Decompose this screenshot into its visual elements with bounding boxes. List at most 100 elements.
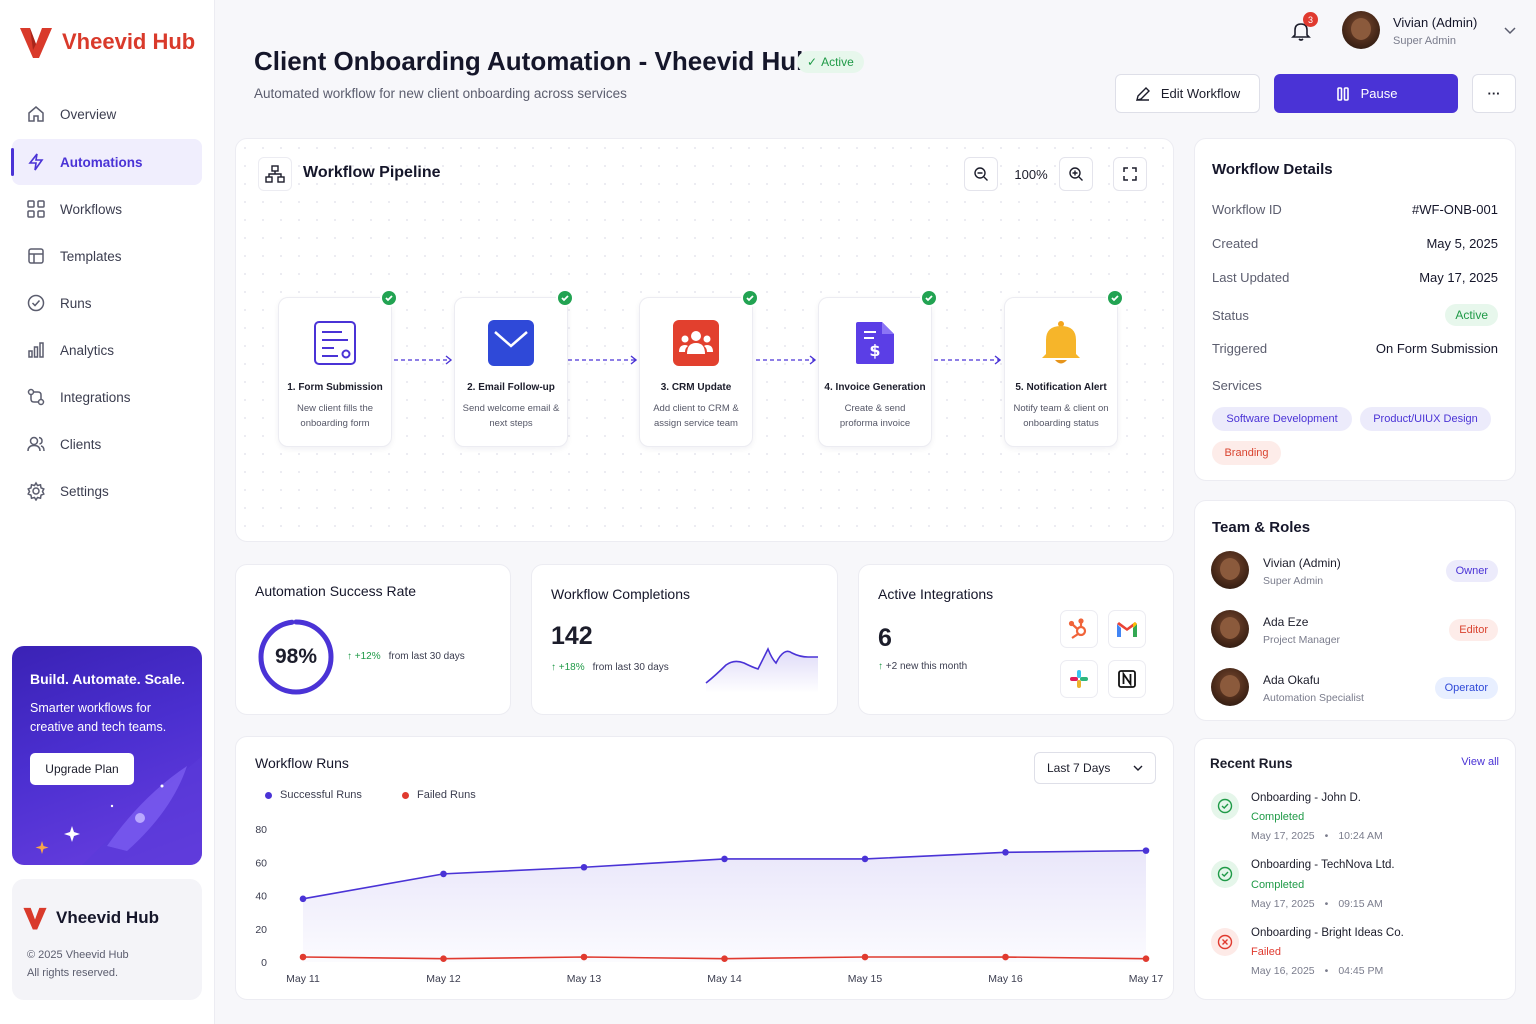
pipeline-step-notification-alert[interactable]: 5. Notification Alert Notify team & clie… (1004, 289, 1124, 447)
workflow-icon (26, 199, 46, 219)
gmail-icon[interactable] (1108, 610, 1146, 648)
service-chip[interactable]: Branding (1212, 441, 1281, 465)
notifications-button[interactable]: 3 (1288, 12, 1318, 44)
sidebar-item-integrations[interactable]: Integrations (12, 374, 202, 420)
run-date: May 17, 2025 (1251, 898, 1315, 910)
role-badge: Owner (1445, 560, 1498, 582)
run-date: May 16, 2025 (1251, 965, 1315, 977)
sidebar-item-overview[interactable]: Overview (12, 91, 202, 137)
view-all-link[interactable]: View all (1461, 756, 1499, 768)
detail-row-status: Status Active (1212, 304, 1498, 326)
pipeline-step-invoice-generation[interactable]: $ 4. Invoice Generation Create & send pr… (818, 289, 938, 447)
run-date: May 17, 2025 (1251, 830, 1315, 842)
sidebar-item-clients[interactable]: Clients (12, 421, 202, 467)
pause-button[interactable]: Pause (1274, 74, 1458, 113)
run-name[interactable]: Onboarding - Bright Ideas Co. (1251, 927, 1404, 939)
status-badge: ✓ Active (797, 51, 864, 73)
y-tick-label: 20 (255, 924, 267, 936)
pause-icon (1335, 86, 1351, 102)
details-title: Workflow Details (1212, 161, 1333, 178)
svg-text:$: $ (869, 341, 880, 360)
member-role: Automation Specialist (1263, 692, 1364, 704)
recent-runs-card: Recent Runs View all Onboarding - John D… (1194, 738, 1516, 1000)
step-desc: Send welcome email & next steps (462, 403, 560, 429)
data-point (299, 953, 307, 961)
sidebar-item-automations[interactable]: Automations (11, 139, 202, 185)
page-title: Client Onboarding Automation - Vheevid H… (254, 46, 813, 76)
avatar (1342, 11, 1380, 49)
data-point (861, 953, 869, 961)
analytics-icon (26, 340, 46, 360)
run-name[interactable]: Onboarding - TechNova Ltd. (1251, 859, 1395, 871)
slack-icon[interactable] (1060, 660, 1098, 698)
data-point (1002, 848, 1009, 856)
step-title: 4. Invoice Generation (824, 382, 926, 393)
y-tick-label: 0 (261, 957, 267, 969)
upgrade-plan-button[interactable]: Upgrade Plan (30, 753, 134, 785)
detail-label: Last Updated (1212, 270, 1290, 285)
check-icon (920, 289, 938, 307)
pipeline-step-crm-update[interactable]: 3. CRM Update Add client to CRM & assign… (639, 289, 759, 447)
y-tick-label: 60 (255, 857, 267, 869)
series-area (303, 850, 1146, 962)
active-integrations-card: Active Integrations 6 ↑ +2 new this mont… (858, 564, 1174, 715)
failed-icon (1211, 928, 1239, 956)
run-status: Completed (1251, 811, 1305, 823)
success-icon (1211, 860, 1239, 888)
notion-icon[interactable] (1108, 660, 1146, 698)
data-point (580, 863, 588, 871)
data-point (721, 855, 728, 863)
crm-icon (673, 320, 719, 366)
sidebar-item-workflows[interactable]: Workflows (12, 186, 202, 232)
integrations-title: Active Integrations (878, 586, 994, 602)
sidebar-item-runs[interactable]: Runs (12, 280, 202, 326)
data-point (721, 955, 728, 962)
lightning-icon (26, 152, 46, 172)
service-chip[interactable]: Software Development (1212, 407, 1352, 431)
member-name: Vivian (Admin) (1263, 556, 1341, 570)
run-name[interactable]: Onboarding - John D. (1251, 792, 1361, 804)
sidebar-item-label: Automations (60, 154, 143, 170)
y-tick-label: 80 (255, 824, 267, 836)
pause-label: Pause (1360, 86, 1398, 101)
pipeline-step-form-submission[interactable]: 1. Form Submission New client fills the … (278, 289, 398, 447)
step-desc: New client fills the onboarding form (296, 403, 374, 429)
sidebar: Vheevid Hub Overview Automations Workflo… (0, 0, 215, 1024)
more-options-button[interactable]: ··· (1472, 74, 1516, 113)
data-point (1142, 955, 1150, 962)
notification-count-badge: 3 (1303, 12, 1318, 27)
x-tick-label: May 16 (988, 973, 1023, 985)
check-icon (380, 289, 398, 307)
success-icon (1211, 792, 1239, 820)
sidebar-item-templates[interactable]: Templates (12, 233, 202, 279)
sidebar-item-label: Overview (60, 106, 117, 122)
member-role: Super Admin (1263, 575, 1324, 587)
pipeline-step-email-follow-up[interactable]: 2. Email Follow-up Send welcome email & … (454, 289, 574, 447)
sidebar-item-label: Integrations (60, 389, 131, 405)
status-badge: Active (1445, 304, 1498, 326)
sidebar-item-analytics[interactable]: Analytics (12, 327, 202, 373)
user-menu[interactable]: Vivian (Admin) Super Admin (1342, 11, 1522, 51)
edit-workflow-button[interactable]: Edit Workflow (1115, 74, 1260, 113)
clients-icon (26, 434, 46, 454)
team-title: Team & Roles (1212, 519, 1311, 536)
run-time: 10:24 AM (1338, 830, 1383, 842)
step-title: 1. Form Submission (287, 382, 383, 393)
services-label: Services (1212, 378, 1262, 393)
sidebar-item-label: Clients (60, 436, 102, 452)
data-point (440, 955, 447, 962)
completions-value: 142 (551, 622, 593, 650)
hubspot-icon[interactable] (1060, 610, 1098, 648)
service-chip[interactable]: Product/UIUX Design (1360, 407, 1491, 431)
x-tick-label: May 12 (426, 973, 461, 985)
data-point (440, 870, 447, 878)
member-role: Project Manager (1263, 634, 1341, 646)
change-note: from last 30 days (592, 662, 669, 673)
sidebar-item-settings[interactable]: Settings (12, 468, 202, 514)
avatar (1211, 610, 1249, 648)
integrations-note: ↑ +2 new this month (878, 661, 968, 672)
invoice-icon: $ (852, 320, 898, 366)
y-tick-label: 40 (255, 891, 267, 903)
brand-logo[interactable]: Vheevid Hub (18, 24, 195, 60)
integrations-value: 6 (878, 624, 892, 652)
